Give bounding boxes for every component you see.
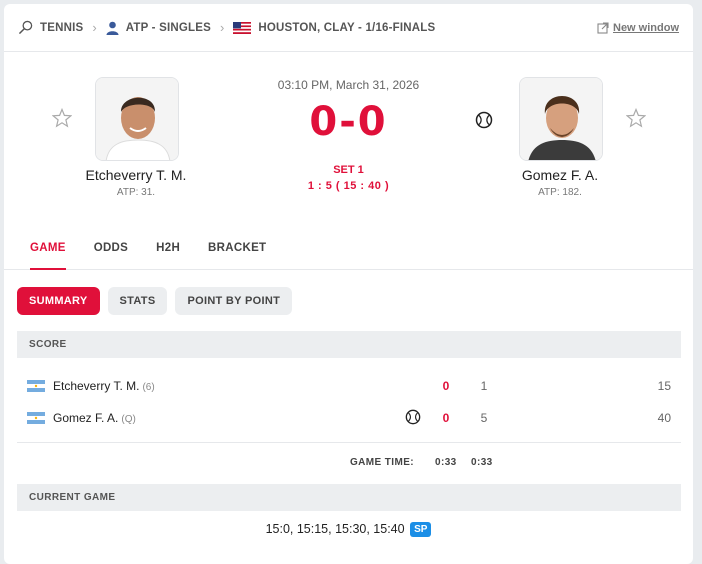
new-window-link[interactable]: New window <box>597 22 679 34</box>
score-row-player-name[interactable]: Gomez F. A. (Q) <box>53 411 136 425</box>
score-sets: 0 <box>442 411 450 425</box>
tab-game[interactable]: GAME <box>30 230 66 270</box>
chevron-right-icon: › <box>92 20 97 35</box>
breadcrumb-sport[interactable]: TENNIS <box>18 20 83 35</box>
score-row-player-name[interactable]: Etcheverry T. M. (6) <box>53 379 155 393</box>
argentina-flag-icon <box>27 412 45 424</box>
current-game-score: 1 : 5 ( 15 : 40 ) <box>307 180 390 192</box>
breadcrumb-tournament[interactable]: HOUSTON, CLAY - 1/16-FINALS <box>233 21 436 34</box>
breadcrumb-tournament-label: HOUSTON, CLAY - 1/16-FINALS <box>258 21 436 34</box>
current-game-section-header: CURRENT GAME <box>17 484 681 511</box>
match-card: TENNIS › ATP - SINGLES › HOUSTON, CLAY -… <box>4 4 693 564</box>
tab-h2h[interactable]: H2H <box>156 230 180 269</box>
game-time-value: 0:33 <box>471 457 493 468</box>
main-tabs: GAME ODDS H2H BRACKET <box>4 230 693 270</box>
argentina-flag-icon <box>27 380 45 392</box>
score-section-header: SCORE <box>17 331 681 358</box>
tennis-racket-icon <box>19 20 33 34</box>
match-score: 0-0 <box>309 99 388 145</box>
divider <box>17 442 681 443</box>
score-points: 40 <box>657 411 671 425</box>
external-link-icon <box>597 21 609 34</box>
new-window-label: New window <box>613 21 679 34</box>
sub-tabs: SUMMARY STATS POINT BY POINT <box>17 287 300 315</box>
set-point-badge: SP <box>410 522 432 537</box>
player-seed: (6) <box>142 382 155 393</box>
serving-tennis-ball-icon <box>405 409 421 425</box>
usa-flag-icon <box>233 21 252 34</box>
score-games: 5 <box>480 411 488 425</box>
serving-tennis-ball-icon <box>475 111 493 129</box>
person-icon <box>106 21 119 35</box>
game-time-label: GAME TIME: <box>350 457 414 468</box>
score-games: 1 <box>480 379 488 393</box>
player-seed: (Q) <box>121 414 136 425</box>
tab-bracket[interactable]: BRACKET <box>208 230 266 269</box>
score-points: 15 <box>657 379 671 393</box>
subtab-point-by-point[interactable]: POINT BY POINT <box>175 287 293 315</box>
breadcrumb: TENNIS › ATP - SINGLES › HOUSTON, CLAY -… <box>4 4 693 52</box>
breadcrumb-category-label: ATP - SINGLES <box>125 21 211 34</box>
subtab-stats[interactable]: STATS <box>107 287 168 315</box>
score-row-home: Etcheverry T. M. (6) 0 1 15 <box>17 373 681 399</box>
current-set-label: SET 1 <box>333 164 364 176</box>
game-time-value: 0:33 <box>435 457 457 468</box>
score-row-away: Gomez F. A. (Q) 0 5 40 <box>17 405 681 431</box>
breadcrumb-category[interactable]: ATP - SINGLES <box>106 21 211 35</box>
point-progression-text: 15:0, 15:15, 15:30, 15:40 <box>265 522 405 536</box>
match-datetime: 03:10 PM, March 31, 2026 <box>277 78 420 92</box>
subtab-summary[interactable]: SUMMARY <box>17 287 100 315</box>
tab-odds[interactable]: ODDS <box>94 230 128 269</box>
chevron-right-icon: › <box>219 20 225 35</box>
current-game-progression: 15:0, 15:15, 15:30, 15:40 SP <box>4 522 693 537</box>
score-sets: 0 <box>442 379 450 393</box>
breadcrumb-sport-label: TENNIS <box>40 21 84 34</box>
